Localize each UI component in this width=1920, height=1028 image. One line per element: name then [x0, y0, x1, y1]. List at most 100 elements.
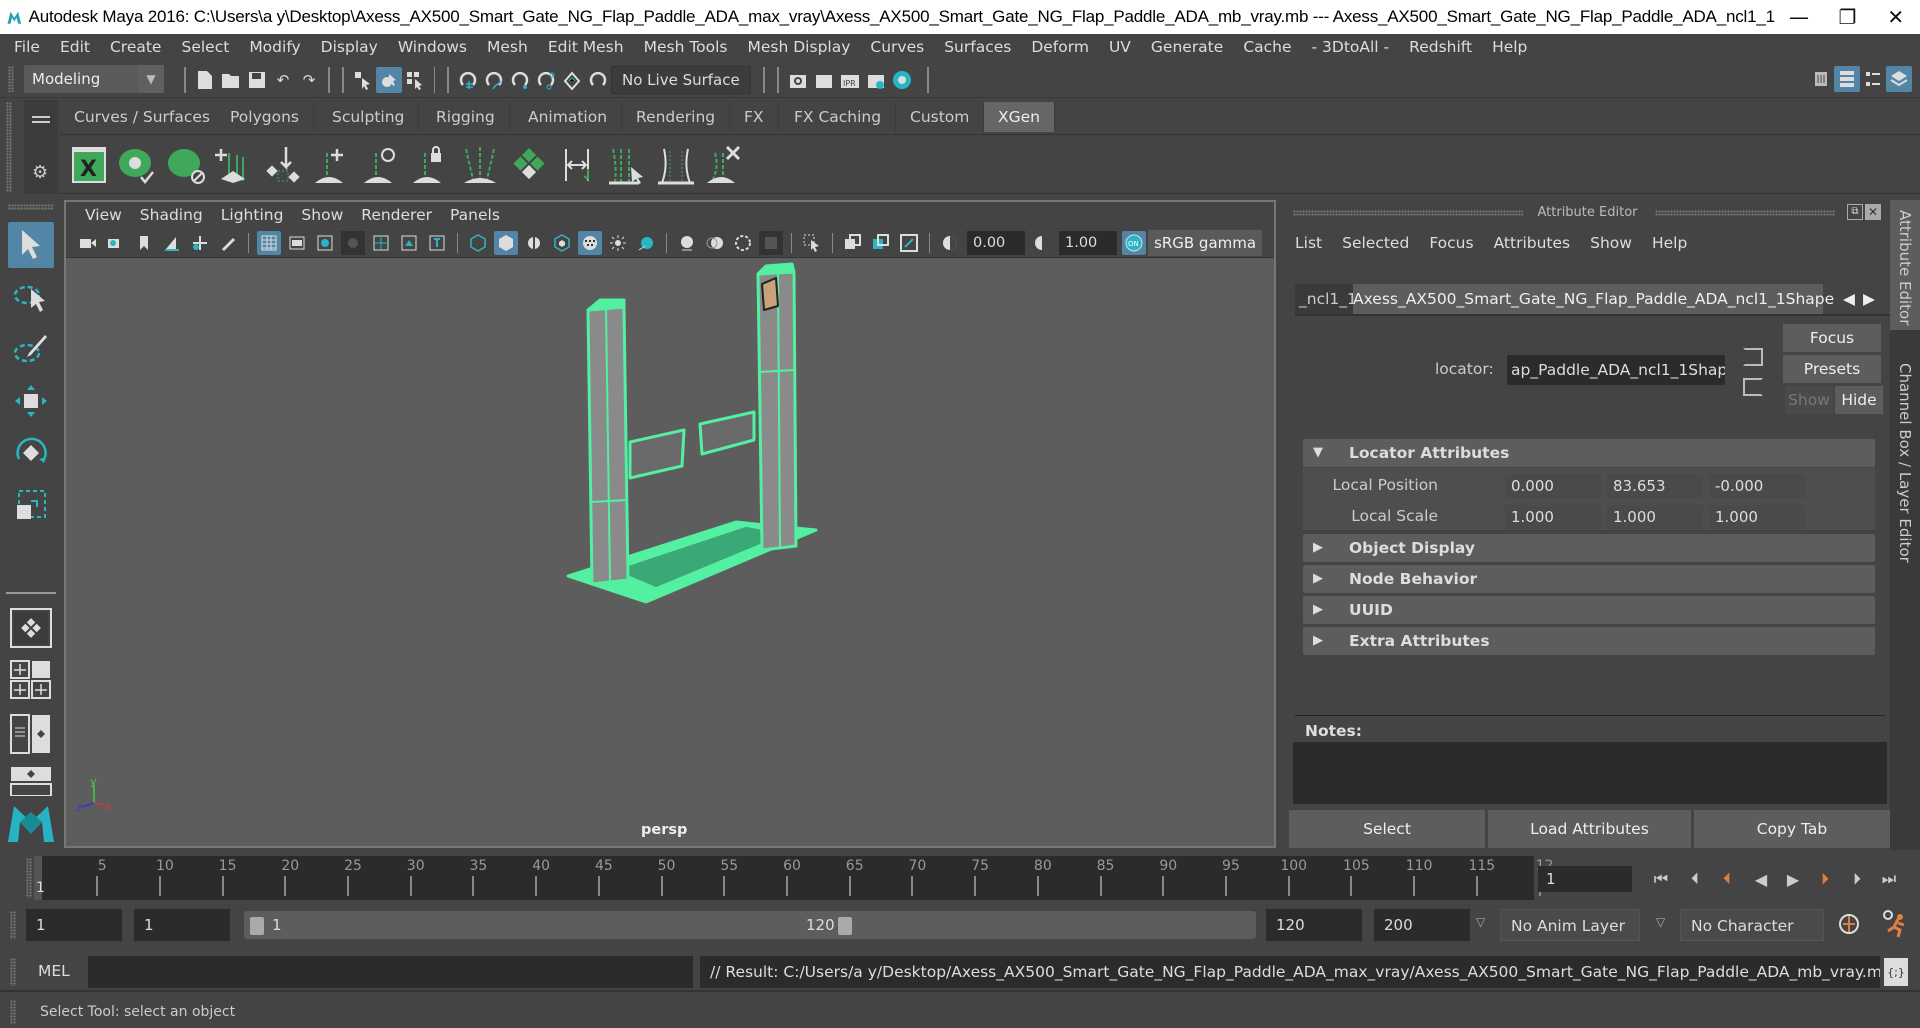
animation-end-field[interactable]: 200: [1374, 909, 1470, 941]
menu-surfaces[interactable]: Surfaces: [934, 38, 1021, 56]
menu-curves[interactable]: Curves: [860, 38, 934, 56]
step-forward-key-icon[interactable]: ⏵: [1844, 866, 1870, 892]
playback-end-field[interactable]: 120: [1266, 909, 1362, 941]
safe-action-icon[interactable]: [397, 231, 421, 255]
save-scene-icon[interactable]: [244, 67, 270, 93]
textured-icon[interactable]: [578, 230, 602, 255]
select-by-component-icon[interactable]: [402, 67, 428, 93]
close-button[interactable]: ✕: [1872, 5, 1920, 29]
shelf-tab-custom[interactable]: Custom: [896, 102, 985, 132]
shelf-tab-rendering[interactable]: Rendering: [622, 102, 731, 132]
select-by-object-icon[interactable]: [376, 67, 402, 93]
section-locator-attributes[interactable]: ▼ Locator Attributes: [1303, 439, 1875, 467]
section-object-display[interactable]: ▶ Object Display: [1303, 534, 1875, 562]
viewport-menu-lighting[interactable]: Lighting: [212, 206, 293, 224]
step-back-key-icon[interactable]: ⏴: [1682, 866, 1708, 892]
go-to-input-icon[interactable]: [1743, 348, 1763, 366]
shelf-settings-gear-icon[interactable]: ⚙: [32, 162, 48, 183]
shelf-tab-sculpting[interactable]: Sculpting: [318, 102, 420, 132]
view-transform-dropdown[interactable]: sRGB gamma: [1148, 229, 1263, 256]
2d-pan-zoom-icon[interactable]: [188, 231, 212, 255]
auto-key-icon[interactable]: [1836, 911, 1862, 941]
gamma-field[interactable]: 1.00: [1059, 230, 1117, 255]
menu-create[interactable]: Create: [100, 38, 172, 56]
redo-icon[interactable]: ↷: [296, 67, 322, 93]
step-back-frame-icon[interactable]: ⏴: [1714, 866, 1740, 892]
bookmark-icon[interactable]: [132, 231, 156, 255]
attribute-editor-toggle-icon[interactable]: [1834, 66, 1860, 92]
viewport-menu-view[interactable]: View: [76, 206, 131, 224]
local-scale-x[interactable]: 1.000: [1505, 505, 1601, 529]
menu-edit[interactable]: Edit: [50, 38, 100, 56]
create-density-map-icon[interactable]: [509, 145, 549, 185]
use-all-lights-icon[interactable]: [606, 231, 630, 255]
rebuild-guides-icon[interactable]: [460, 145, 500, 185]
motion-blur-icon[interactable]: [703, 231, 727, 255]
safe-title-icon[interactable]: [425, 231, 449, 255]
shelf-tab-fx[interactable]: FX: [730, 102, 779, 132]
persp-graph-layout-icon[interactable]: [10, 766, 52, 800]
shelf-grip[interactable]: [6, 102, 12, 192]
character-set-chevron-icon[interactable]: ▽: [1656, 915, 1665, 929]
tool-settings-icon[interactable]: [1860, 66, 1886, 92]
script-language-toggle[interactable]: MEL: [38, 962, 70, 980]
make-live-icon[interactable]: [559, 67, 585, 93]
close-panel-icon[interactable]: ✕: [1865, 204, 1881, 220]
shadows-icon[interactable]: [634, 231, 658, 255]
ae-menu-selected[interactable]: Selected: [1332, 234, 1419, 252]
tab-scroll-left-icon[interactable]: ◀: [1843, 284, 1855, 314]
viewport-panel[interactable]: View Shading Lighting Show Renderer Panels: [64, 200, 1276, 848]
hide-button[interactable]: Hide: [1835, 386, 1883, 414]
snap-to-grid-icon[interactable]: [455, 67, 481, 93]
camera-attributes-icon[interactable]: [104, 231, 128, 255]
shelf-tab-fx-caching[interactable]: FX Caching: [780, 102, 897, 132]
shelf-tab-polygons[interactable]: Polygons: [216, 102, 314, 132]
isolate-select-icon[interactable]: [800, 231, 824, 255]
snap-to-point-icon[interactable]: [507, 67, 533, 93]
anim-layer-dropdown[interactable]: No Anim Layer: [1500, 909, 1640, 941]
menu-generate[interactable]: Generate: [1141, 38, 1233, 56]
range-grip[interactable]: [10, 911, 16, 939]
animation-preferences-icon[interactable]: [1880, 909, 1908, 943]
play-backwards-icon[interactable]: ◀: [1748, 866, 1774, 892]
restore-button[interactable]: ❐: [1823, 5, 1871, 29]
exposure-field[interactable]: 0.00: [967, 230, 1025, 255]
menu-mesh-display[interactable]: Mesh Display: [738, 38, 861, 56]
anti-aliasing-icon[interactable]: [731, 231, 755, 255]
go-to-start-icon[interactable]: ⏮: [1648, 866, 1674, 892]
snap-to-view-plane-icon[interactable]: [533, 67, 559, 93]
tab-scroll-right-icon[interactable]: ▶: [1863, 284, 1875, 314]
load-attributes-button[interactable]: Load Attributes: [1488, 810, 1691, 848]
grid-toggle-icon[interactable]: [257, 230, 281, 255]
xray-icon[interactable]: [841, 231, 865, 255]
menu-cache[interactable]: Cache: [1233, 38, 1301, 56]
color-management-toggle[interactable]: ON: [1122, 230, 1146, 255]
render-current-frame-icon[interactable]: [811, 67, 837, 93]
side-tab-channel-box[interactable]: Channel Box / Layer Editor: [1890, 353, 1920, 563]
section-uuid[interactable]: ▶ UUID: [1303, 596, 1875, 624]
render-settings-icon[interactable]: [863, 67, 889, 93]
ae-tab-transform[interactable]: _ncl1_1: [1295, 284, 1357, 314]
current-frame-field[interactable]: 1: [1538, 866, 1632, 892]
show-button[interactable]: Show: [1785, 386, 1833, 414]
section-extra-attributes[interactable]: ▶ Extra Attributes: [1303, 627, 1875, 655]
section-node-behavior[interactable]: ▶ Node Behavior: [1303, 565, 1875, 593]
menu-set-dropdown[interactable]: Modeling ▼: [24, 65, 164, 93]
select-tool-icon[interactable]: [8, 222, 54, 268]
move-guide-cvs-icon[interactable]: [558, 145, 598, 185]
menu-modify[interactable]: Modify: [239, 38, 310, 56]
move-tool-icon[interactable]: [8, 378, 54, 424]
ae-menu-help[interactable]: Help: [1642, 234, 1697, 252]
copy-tab-button[interactable]: Copy Tab: [1694, 810, 1890, 848]
timeline-grip[interactable]: [26, 858, 32, 898]
locator-name-field[interactable]: ap_Paddle_ADA_ncl1_1Shape: [1507, 355, 1725, 385]
undo-icon[interactable]: ↶: [270, 67, 296, 93]
film-gate-icon[interactable]: [285, 231, 309, 255]
modeling-toolkit-icon[interactable]: [1808, 66, 1834, 92]
add-guide-tool-icon[interactable]: [313, 145, 353, 185]
menu-display[interactable]: Display: [311, 38, 388, 56]
animation-start-field[interactable]: 1: [26, 909, 122, 941]
ipr-render-icon[interactable]: IPR: [837, 67, 863, 93]
float-panel-icon[interactable]: ⧉: [1847, 204, 1863, 220]
menu-windows[interactable]: Windows: [388, 38, 477, 56]
